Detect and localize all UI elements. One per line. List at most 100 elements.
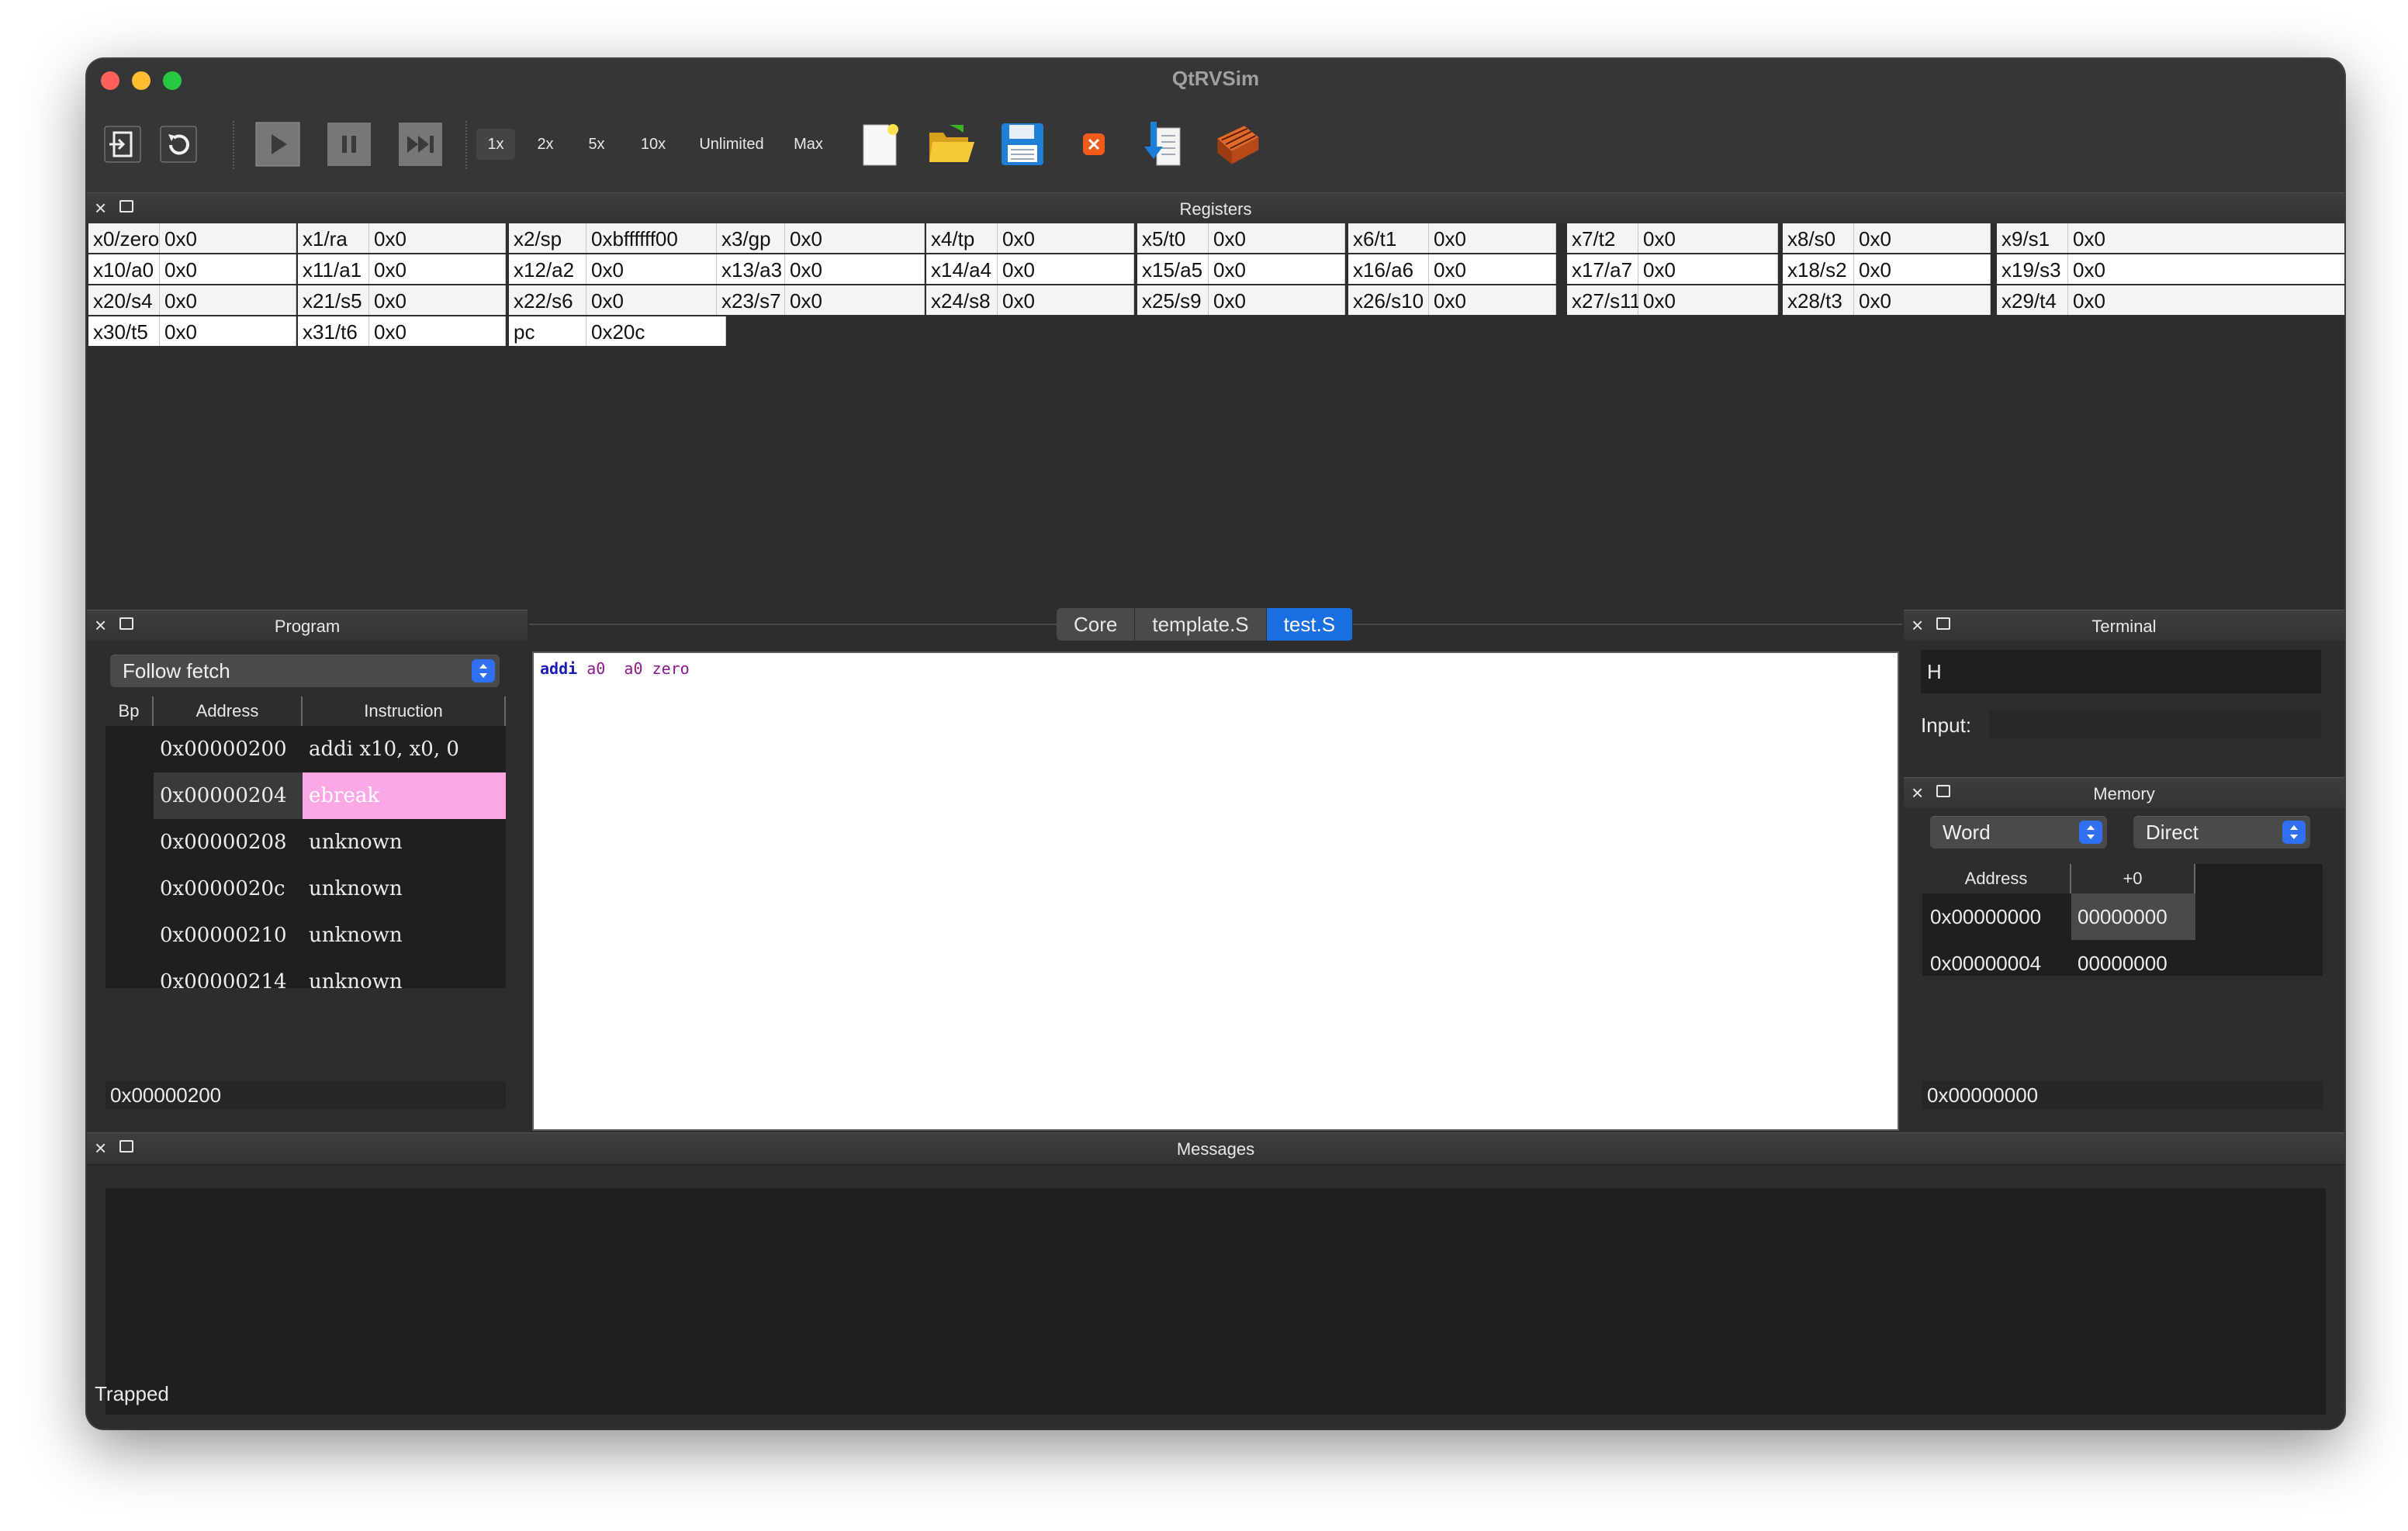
register-name: x30/t5 — [88, 316, 160, 346]
new-file-button[interactable] — [855, 119, 905, 169]
register-value[interactable]: 0x0 — [1638, 223, 1778, 253]
speed-10x[interactable]: 10x — [630, 129, 676, 160]
register-value[interactable]: 0x0 — [998, 223, 1134, 253]
register-value[interactable]: 0x0 — [1638, 254, 1778, 284]
memory-access-value: Direct — [2146, 821, 2199, 844]
register-value[interactable]: 0x0 — [1854, 285, 1991, 315]
register-value[interactable]: 0x0 — [586, 285, 717, 315]
register-value[interactable]: 0x0 — [160, 316, 296, 346]
tab-template-s[interactable]: template.S — [1135, 608, 1267, 641]
code-editor[interactable]: addi a0 a0 zero — [532, 651, 1899, 1131]
follow-select[interactable]: Follow fetch — [110, 655, 500, 687]
breakpoint-cell[interactable] — [106, 819, 154, 866]
register-value[interactable]: 0x0 — [2068, 223, 2344, 253]
register-value[interactable]: 0x0 — [369, 254, 506, 284]
memory-value[interactable]: 00000000 — [2071, 940, 2195, 976]
program-address[interactable]: 0x00000214 — [154, 959, 303, 988]
run-button[interactable] — [253, 119, 303, 169]
speed-max[interactable]: Max — [785, 129, 832, 160]
program-address[interactable]: 0x00000210 — [154, 912, 303, 959]
register-value[interactable]: 0x0 — [998, 254, 1134, 284]
register-value[interactable]: 0xbffffff00 — [586, 223, 717, 253]
register-value[interactable]: 0x0 — [2068, 285, 2344, 315]
register-value[interactable]: 0x0 — [1209, 254, 1345, 284]
column-header-address[interactable]: Address — [1922, 864, 2071, 893]
breakpoint-cell[interactable] — [106, 772, 154, 819]
register-value[interactable]: 0x0 — [586, 254, 717, 284]
register-value[interactable]: 0x0 — [1429, 254, 1556, 284]
program-instruction[interactable]: unknown — [303, 819, 506, 866]
register-value[interactable]: 0x0 — [785, 285, 925, 315]
column-header-instruction[interactable]: Instruction — [303, 696, 506, 726]
breakpoint-cell[interactable] — [106, 912, 154, 959]
program-instruction[interactable]: unknown — [303, 866, 506, 912]
program-goto-field[interactable]: 0x00000200 — [106, 1081, 506, 1109]
terminal-input-field[interactable] — [1989, 710, 2321, 738]
program-instruction[interactable]: unknown — [303, 959, 506, 988]
speed-1x[interactable]: 1x — [476, 129, 515, 160]
tab-test-s[interactable]: test.S — [1266, 608, 1354, 641]
speed-unlimited[interactable]: Unlimited — [689, 129, 774, 160]
register-value[interactable]: 0x0 — [1638, 285, 1778, 315]
register-value[interactable]: 0x0 — [785, 223, 925, 253]
register-value[interactable]: 0x0 — [1209, 223, 1345, 253]
code-operand: zero — [652, 659, 690, 678]
build-button[interactable] — [1212, 119, 1261, 169]
register-value[interactable]: 0x0 — [1429, 285, 1556, 315]
memory-goto-field[interactable]: 0x00000000 — [1922, 1081, 2323, 1109]
terminal-title: Terminal — [2091, 617, 2157, 636]
registers-title: Registers — [1179, 199, 1252, 219]
column-header-address[interactable]: Address — [154, 696, 303, 726]
compile-button[interactable] — [1140, 119, 1190, 169]
register-value[interactable]: 0x0 — [369, 285, 506, 315]
save-file-icon — [1002, 123, 1043, 165]
column-header-offset[interactable]: +0 — [2071, 864, 2195, 893]
open-file-button[interactable] — [926, 119, 976, 169]
memory-address[interactable]: 0x00000004 — [1922, 940, 2071, 976]
register-value[interactable]: 0x0 — [785, 254, 925, 284]
breakpoint-cell[interactable] — [106, 959, 154, 988]
register-value[interactable]: 0x0 — [369, 316, 506, 346]
register-name: x2/sp — [509, 223, 586, 253]
save-file-button[interactable] — [998, 119, 1047, 169]
program-instruction[interactable]: addi x10, x0, 0 — [303, 726, 506, 772]
register-name: x10/a0 — [88, 254, 160, 284]
program-address[interactable]: 0x00000204 — [154, 772, 303, 819]
register-value[interactable]: 0x0 — [160, 223, 296, 253]
program-address[interactable]: 0x00000200 — [154, 726, 303, 772]
breakpoint-cell[interactable] — [106, 726, 154, 772]
memory-access-select[interactable]: Direct — [2133, 816, 2310, 848]
register-value[interactable]: 0x0 — [2068, 254, 2344, 284]
register-value[interactable]: 0x0 — [1429, 223, 1556, 253]
pause-icon — [327, 123, 371, 166]
register-value[interactable]: 0x0 — [1854, 254, 1991, 284]
new-machine-button[interactable] — [98, 119, 147, 169]
messages-list[interactable] — [106, 1188, 2326, 1415]
pause-button[interactable] — [324, 119, 374, 169]
column-header-bp[interactable]: Bp — [106, 696, 154, 726]
register-value[interactable]: 0x0 — [1854, 223, 1991, 253]
code-operand: a0 — [586, 659, 606, 678]
program-address[interactable]: 0x00000208 — [154, 819, 303, 866]
program-address[interactable]: 0x0000020c — [154, 866, 303, 912]
register-value[interactable]: 0x0 — [369, 223, 506, 253]
step-button[interactable] — [396, 119, 445, 169]
reset-button[interactable] — [154, 119, 203, 169]
memory-unit-select[interactable]: Word — [1930, 816, 2107, 848]
speed-2x[interactable]: 2x — [526, 129, 565, 160]
close-file-button[interactable] — [1069, 119, 1119, 169]
compile-icon — [1144, 122, 1181, 166]
memory-value[interactable]: 00000000 — [2071, 893, 2195, 940]
register-value[interactable]: 0x20c — [586, 316, 726, 346]
breakpoint-cell[interactable] — [106, 866, 154, 912]
speed-5x[interactable]: 5x — [577, 129, 616, 160]
tab-core[interactable]: Core — [1057, 608, 1136, 641]
program-instruction[interactable]: ebreak — [303, 772, 506, 819]
register-value[interactable]: 0x0 — [1209, 285, 1345, 315]
register-value[interactable]: 0x0 — [998, 285, 1134, 315]
register-value[interactable]: 0x0 — [160, 285, 296, 315]
register-value[interactable]: 0x0 — [160, 254, 296, 284]
registers-dock-header: × Registers — [87, 192, 2344, 225]
program-instruction[interactable]: unknown — [303, 912, 506, 959]
memory-address[interactable]: 0x00000000 — [1922, 893, 2071, 940]
